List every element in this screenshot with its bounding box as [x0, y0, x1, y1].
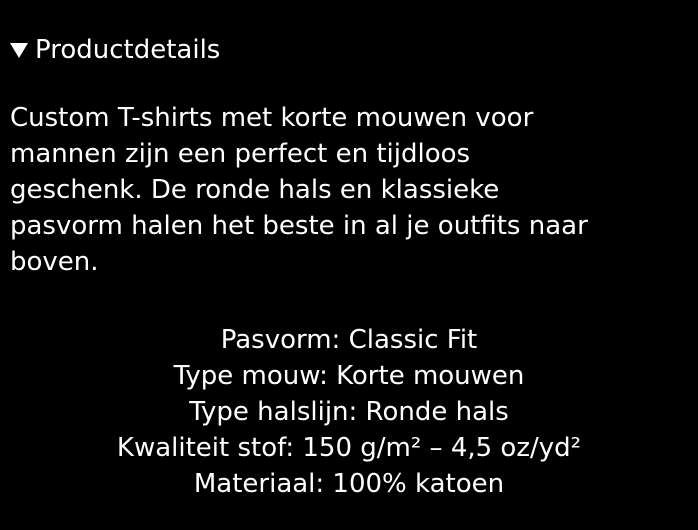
product-details-toggle[interactable]: Productdetails: [10, 30, 696, 70]
description-line: Custom T-shirts met korte mouwen voor: [10, 103, 534, 133]
spec-neckline-type: Type halslijn: Ronde hals: [189, 397, 509, 427]
product-details-section: Productdetails: [10, 30, 696, 70]
description-line: mannen zijn een perfect en tijdloos: [10, 139, 471, 169]
spec-sleeve-type: Type mouw: Korte mouwen: [173, 361, 525, 391]
product-specs-list: Pasvorm: Classic Fit Type mouw: Korte mo…: [0, 322, 698, 502]
description-line: boven.: [10, 247, 99, 277]
product-description: Custom T-shirts met korte mouwen voor ma…: [10, 100, 696, 280]
spec-fabric-quality: Kwaliteit stof: 150 g/m² – 4,5 oz/yd²: [116, 433, 582, 463]
triangle-down-icon: [10, 43, 28, 58]
spec-fit: Pasvorm: Classic Fit: [220, 325, 478, 355]
spec-material: Materiaal: 100% katoen: [193, 469, 505, 499]
product-details-title: Productdetails: [35, 35, 221, 65]
description-line: geschenk. De ronde hals en klassieke: [10, 175, 500, 205]
description-line: pasvorm halen het beste in al je outfits…: [10, 211, 588, 241]
